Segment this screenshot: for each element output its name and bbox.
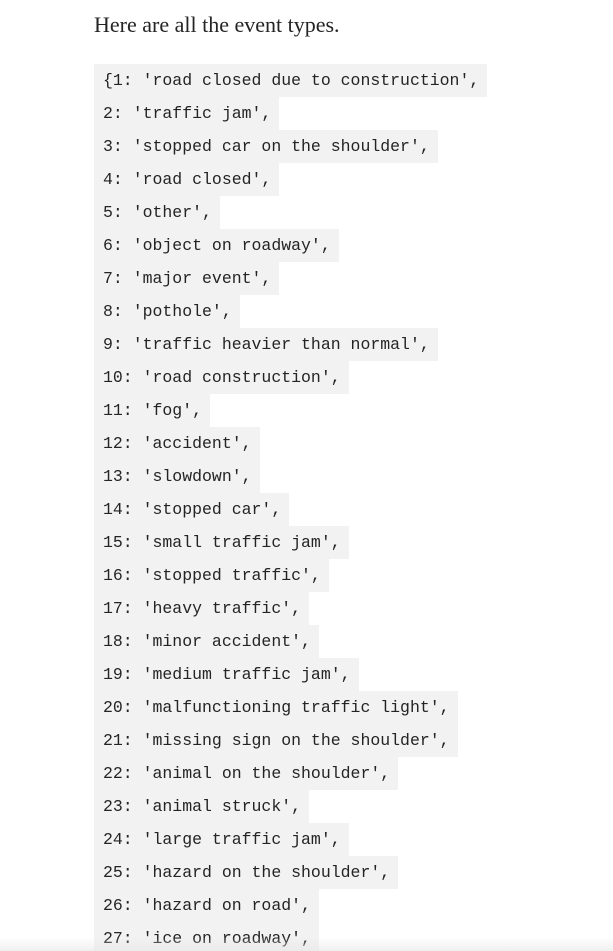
code-block: {1: 'road closed due to construction', 2:… xyxy=(94,64,488,951)
code-line: 24: 'large traffic jam', xyxy=(94,823,349,856)
code-line: 2: 'traffic jam', xyxy=(94,97,280,130)
code-line: 26: 'hazard on road', xyxy=(94,889,319,922)
code-line: 12: 'accident', xyxy=(94,427,260,460)
code-line: 4: 'road closed', xyxy=(94,163,280,196)
code-line: 18: 'minor accident', xyxy=(94,625,319,658)
code-line: 7: 'major event', xyxy=(94,262,280,295)
code-line: 22: 'animal on the shoulder', xyxy=(94,757,399,790)
bottom-fade xyxy=(0,937,613,951)
code-line: 10: 'road construction', xyxy=(94,361,349,394)
code-line: 6: 'object on roadway', xyxy=(94,229,339,262)
article-page: Here are all the event types. {1: 'road … xyxy=(0,0,613,951)
code-line: 21: 'missing sign on the shoulder', xyxy=(94,724,458,757)
code-line: 13: 'slowdown', xyxy=(94,460,260,493)
code-line: 20: 'malfunctioning traffic light', xyxy=(94,691,458,724)
code-line: 11: 'fog', xyxy=(94,394,211,427)
code-line: 8: 'pothole', xyxy=(94,295,240,328)
code-line: 23: 'animal struck', xyxy=(94,790,310,823)
code-line: 14: 'stopped car', xyxy=(94,493,290,526)
code-line: 9: 'traffic heavier than normal', xyxy=(94,328,438,361)
code-line: 15: 'small traffic jam', xyxy=(94,526,349,559)
code-line: {1: 'road closed due to construction', xyxy=(94,64,488,97)
code-line: 17: 'heavy traffic', xyxy=(94,592,310,625)
code-line: 5: 'other', xyxy=(94,196,220,229)
code-line: 16: 'stopped traffic', xyxy=(94,559,329,592)
intro-paragraph: Here are all the event types. xyxy=(94,12,340,37)
code-line: 3: 'stopped car on the shoulder', xyxy=(94,130,438,163)
code-line: 25: 'hazard on the shoulder', xyxy=(94,856,399,889)
code-line: 19: 'medium traffic jam', xyxy=(94,658,359,691)
